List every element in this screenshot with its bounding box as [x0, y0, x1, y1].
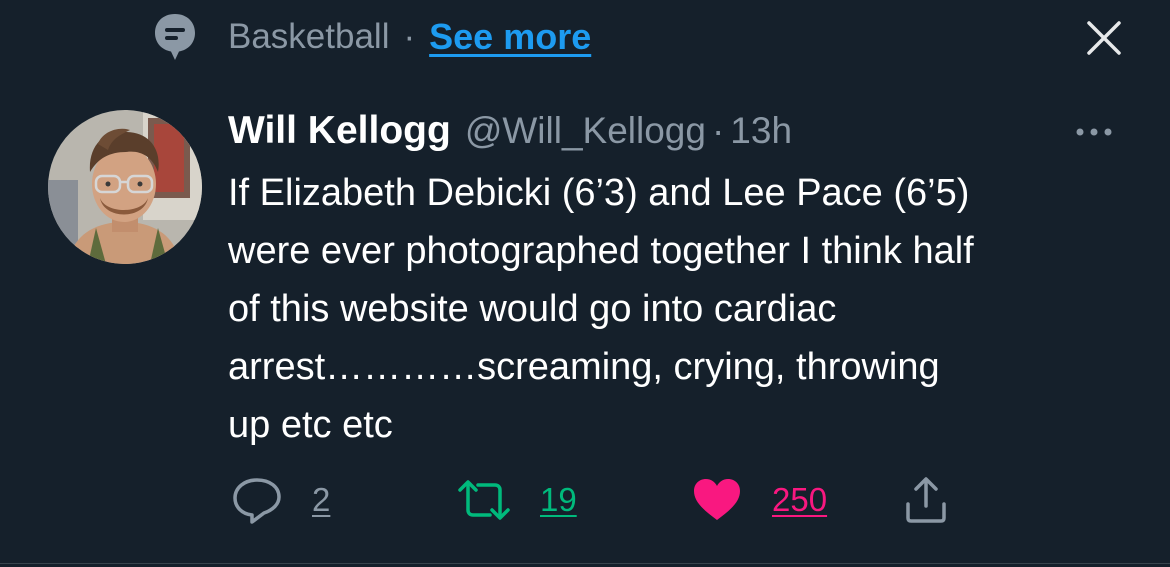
topic-label[interactable]: Basketball [228, 17, 389, 57]
heart-icon [694, 479, 740, 520]
topic-bubble-icon [152, 12, 198, 62]
tweet-text-line: were ever photographed together I think … [228, 230, 974, 272]
tweet-text-line: arrest…………screaming, crying, throwing [228, 346, 940, 388]
reply-button[interactable]: 2 [230, 472, 330, 528]
retweet-button[interactable]: 19 [456, 472, 577, 528]
action-bar: 2 19 250 [0, 472, 1170, 528]
like-button[interactable]: 250 [692, 472, 827, 528]
like-count: 250 [772, 481, 828, 518]
share-button[interactable] [902, 472, 950, 528]
close-button[interactable] [1080, 14, 1128, 62]
retweet-count: 19 [540, 481, 577, 518]
tweet-time[interactable]: 13h [730, 110, 792, 152]
author-name[interactable]: Will Kellogg [228, 109, 451, 153]
share-icon [906, 477, 946, 523]
header-separator: · [711, 110, 725, 151]
tweet-text-line: up etc etc [228, 404, 393, 446]
tweet-text: If Elizabeth Debicki (6’3) and Lee Pace … [228, 164, 1143, 454]
more-icon [1076, 128, 1112, 136]
close-icon [1087, 21, 1121, 55]
topic-row: Basketball · See more [152, 12, 591, 62]
tweet-text-line: If Elizabeth Debicki (6’3) and Lee Pace … [228, 172, 970, 214]
author-handle[interactable]: @Will_Kellogg [465, 110, 706, 152]
reply-icon [233, 478, 281, 524]
see-more-link[interactable]: See more [429, 16, 591, 58]
more-options-button[interactable] [1068, 112, 1120, 152]
retweet-icon [458, 480, 510, 520]
reply-count: 2 [312, 481, 331, 518]
tweet-header: Will Kellogg @Will_Kellogg · 13h [228, 104, 792, 158]
divider [0, 563, 1170, 564]
avatar[interactable] [48, 110, 202, 264]
tweet-text-line: of this website would go into cardiac [228, 288, 837, 330]
topic-separator: · [403, 17, 416, 56]
